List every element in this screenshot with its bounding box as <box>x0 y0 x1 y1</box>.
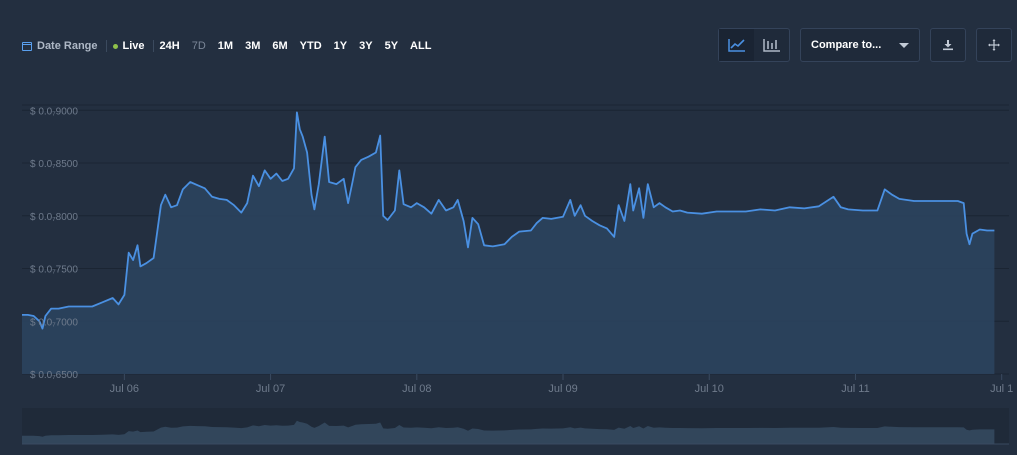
x-tick-label: Jul 10 <box>695 383 724 395</box>
y-tick-label: $ 0.0₇8000 <box>30 212 78 223</box>
price-area <box>22 112 995 375</box>
y-tick-label: $ 0.0₇8500 <box>30 159 78 170</box>
y-tick-label: $ 0.0₇9000 <box>30 106 78 117</box>
x-tick-label: Jul 08 <box>402 383 431 395</box>
x-tick-label: Jul 07 <box>256 383 285 395</box>
y-tick-label: $ 0.0₇7000 <box>30 317 78 328</box>
x-tick-label: Jul 09 <box>548 383 577 395</box>
price-chart: $ 0.0₇6500 $ 0.0₇7000 $ 0.0₇7500 $ 0.0₇8000… <box>22 104 1013 445</box>
x-axis: Jul 06 Jul 07 Jul 08 Jul 09 Jul 10 Jul 11 Jul … <box>110 374 1013 395</box>
x-tick-label: Jul 11 <box>841 383 870 395</box>
x-tick-label: Jul 1 <box>990 383 1013 395</box>
y-tick-label: $ 0.0₇7500 <box>30 265 78 276</box>
x-tick-label: Jul 06 <box>110 383 139 395</box>
y-tick-label: $ 0.0₇6500 <box>30 370 78 381</box>
range-navigator[interactable] <box>22 408 1009 445</box>
